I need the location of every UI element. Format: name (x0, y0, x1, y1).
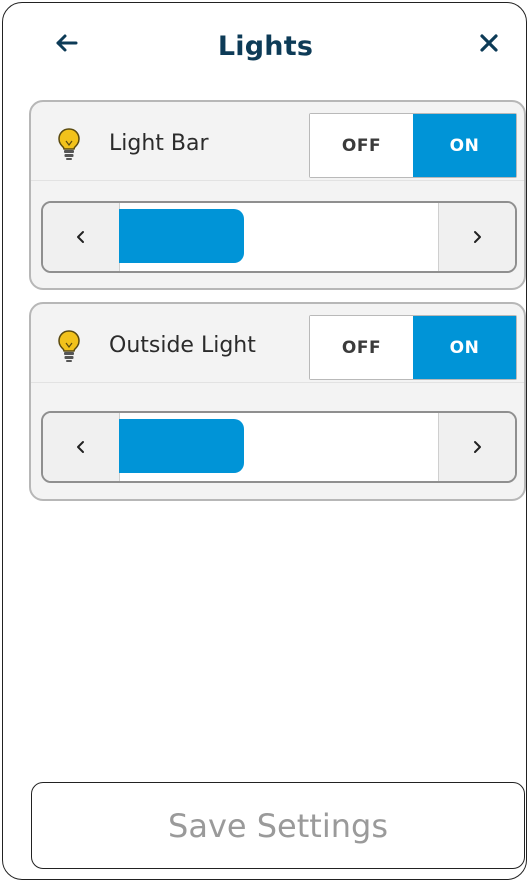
brightness-slider[interactable] (41, 201, 517, 273)
light-name: Outside Light (109, 333, 256, 358)
close-button[interactable] (474, 29, 506, 61)
chevron-right-icon (474, 231, 481, 243)
lights-screen: Lights Light Bar OFF ON Outside Light OF… (2, 2, 527, 880)
increase-button[interactable] (438, 413, 515, 481)
header: Lights (3, 3, 528, 93)
power-toggle[interactable]: OFF ON (309, 113, 517, 178)
light-name: Light Bar (109, 131, 209, 156)
power-toggle[interactable]: OFF ON (309, 315, 517, 380)
brightness-slider[interactable] (41, 411, 517, 483)
light-card-outside-light: Outside Light OFF ON (29, 302, 526, 501)
chevron-left-icon (77, 441, 84, 453)
toggle-off-button[interactable]: OFF (310, 114, 413, 177)
light-row: Outside Light OFF ON (31, 304, 524, 383)
chevron-left-icon (77, 231, 84, 243)
lightbulb-icon (58, 330, 80, 362)
lightbulb-icon (58, 128, 80, 160)
increase-button[interactable] (438, 203, 515, 271)
slider-fill (119, 209, 244, 263)
toggle-off-button[interactable]: OFF (310, 316, 413, 379)
decrease-button[interactable] (43, 413, 120, 481)
page-title: Lights (217, 31, 314, 62)
toggle-on-button[interactable]: ON (413, 114, 516, 177)
slider-track[interactable] (119, 413, 439, 481)
slider-fill (119, 419, 244, 473)
chevron-right-icon (474, 441, 481, 453)
light-row: Light Bar OFF ON (31, 102, 524, 181)
slider-track[interactable] (119, 203, 439, 271)
save-settings-button[interactable]: Save Settings (31, 782, 525, 869)
toggle-on-button[interactable]: ON (413, 316, 516, 379)
close-icon (480, 34, 498, 52)
light-card-light-bar: Light Bar OFF ON (29, 100, 526, 290)
decrease-button[interactable] (43, 203, 120, 271)
